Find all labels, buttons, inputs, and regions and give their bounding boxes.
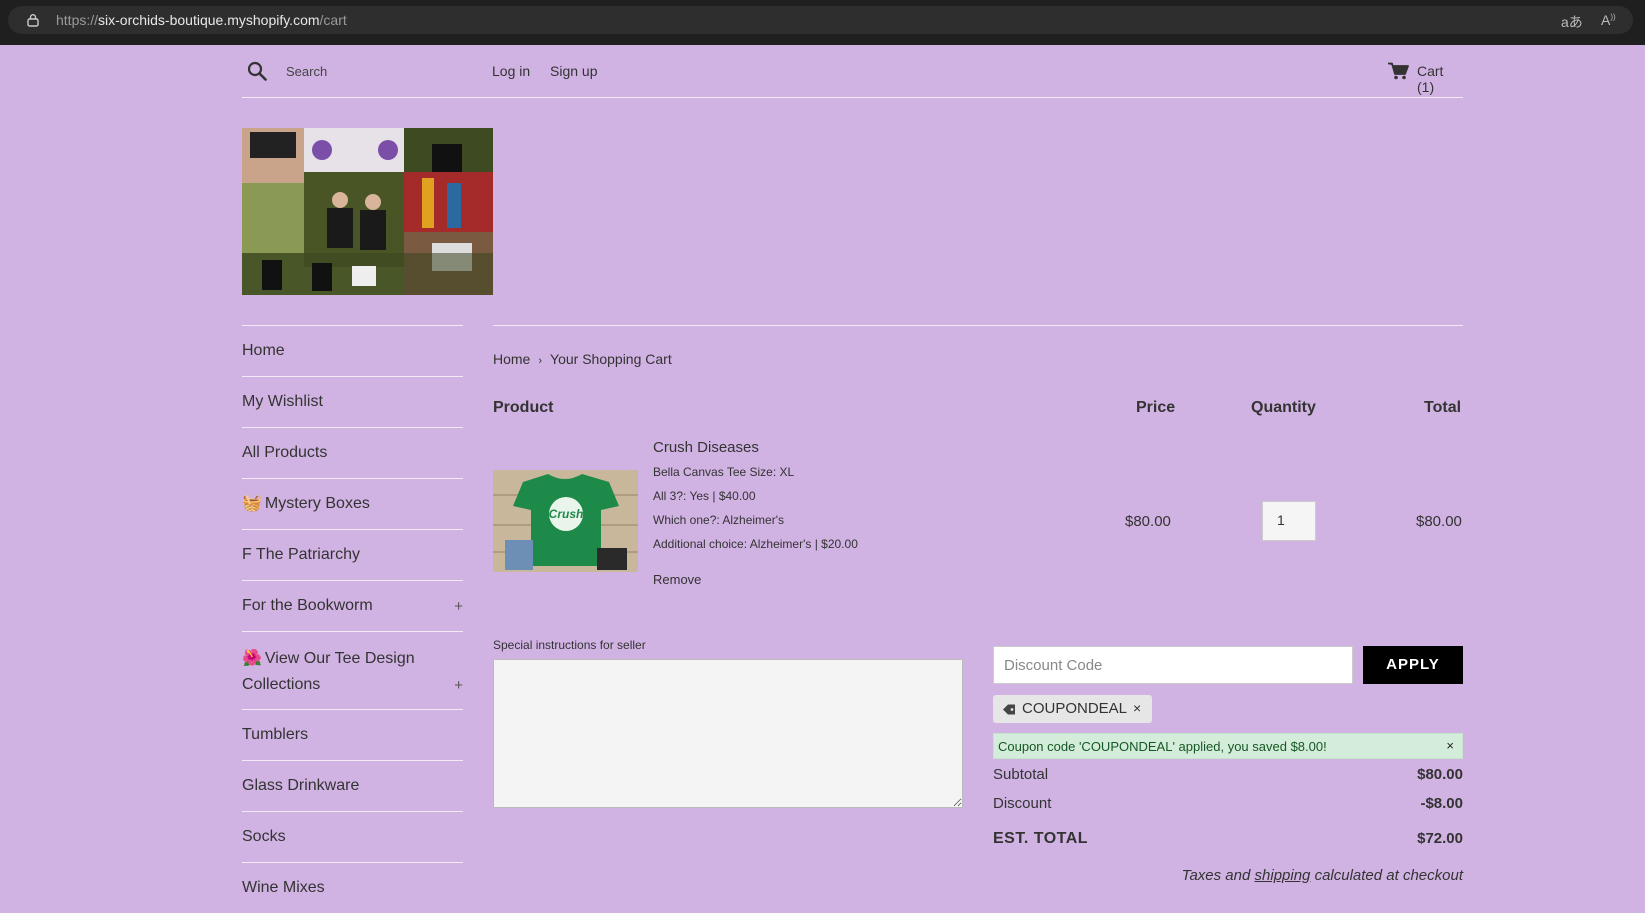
cart-icon[interactable] bbox=[1388, 62, 1409, 80]
product-property: Additional choice: Alzheimer's | $20.00 bbox=[653, 537, 858, 551]
nav-item-tee-designs[interactable]: 🌺 View Our Tee Design Collections + bbox=[242, 631, 463, 709]
nav-item-all-products[interactable]: All Products bbox=[242, 427, 463, 478]
taxes-note: Taxes and shipping calculated at checkou… bbox=[1182, 867, 1463, 884]
col-header-total: Total bbox=[1424, 399, 1462, 416]
instructions-textarea[interactable] bbox=[493, 659, 963, 808]
subtotal-value: $80.00 bbox=[1417, 766, 1463, 783]
col-header-quantity: Quantity bbox=[1251, 399, 1316, 416]
store-logo[interactable] bbox=[242, 128, 493, 295]
flower-icon: 🌺 bbox=[242, 650, 262, 667]
product-property: Which one?: Alzheimer's bbox=[653, 513, 785, 527]
divider bbox=[493, 325, 1463, 326]
lock-icon[interactable] bbox=[26, 13, 40, 27]
nav-item-bookworm[interactable]: For the Bookworm + bbox=[242, 580, 463, 631]
item-total: $80.00 bbox=[1416, 513, 1462, 530]
nav-label: Home bbox=[242, 342, 285, 359]
nav-item-socks[interactable]: Socks bbox=[242, 811, 463, 862]
breadcrumb-separator: › bbox=[538, 355, 543, 367]
search-icon[interactable] bbox=[247, 61, 267, 81]
taxes-text: Taxes and bbox=[1181, 867, 1255, 884]
url-text[interactable]: https://six-orchids-boutique.myshopify.c… bbox=[56, 12, 347, 28]
basket-icon: 🧺 bbox=[242, 495, 262, 512]
discount-code-input[interactable]: Discount Code bbox=[993, 646, 1353, 684]
applied-coupon-tag: COUPONDEAL × bbox=[993, 695, 1152, 723]
nav-item-wine-mixes[interactable]: Wine Mixes bbox=[242, 862, 463, 913]
discount-label: Discount bbox=[993, 795, 1052, 812]
breadcrumb: Home › Your Shopping Cart bbox=[493, 351, 672, 367]
nav-label: Glass Drinkware bbox=[242, 777, 360, 794]
nav-item-mystery-boxes[interactable]: 🧺 Mystery Boxes bbox=[242, 478, 463, 529]
breadcrumb-home[interactable]: Home bbox=[493, 351, 530, 367]
item-price: $80.00 bbox=[1125, 513, 1171, 530]
apply-button[interactable]: APPLY bbox=[1363, 646, 1463, 684]
shipping-link[interactable]: shipping bbox=[1255, 867, 1311, 884]
nav-item-wishlist[interactable]: My Wishlist bbox=[242, 376, 463, 427]
product-title[interactable]: Crush Diseases bbox=[653, 439, 759, 456]
signup-link[interactable]: Sign up bbox=[550, 63, 597, 79]
nav-item-tumblers[interactable]: Tumblers bbox=[242, 709, 463, 760]
coupon-success-message: Coupon code 'COUPONDEAL' applied, you sa… bbox=[993, 733, 1463, 759]
quantity-input[interactable]: 1 bbox=[1262, 501, 1316, 541]
nav-label: Mystery Boxes bbox=[264, 495, 370, 512]
nav-item-home[interactable]: Home bbox=[242, 325, 463, 376]
cart-link[interactable]: Cart (1) bbox=[1417, 63, 1463, 95]
col-header-price: Price bbox=[1136, 399, 1176, 416]
nav-label: F The Patriarchy bbox=[242, 546, 360, 563]
est-total-value: $72.00 bbox=[1417, 830, 1463, 847]
tag-icon bbox=[1003, 704, 1015, 715]
nav-item-patriarchy[interactable]: F The Patriarchy bbox=[242, 529, 463, 580]
nav-label: Tumblers bbox=[242, 726, 309, 743]
site-header: Search Log in Sign up Cart (1) bbox=[242, 45, 1463, 98]
nav-item-glass-drinkware[interactable]: Glass Drinkware bbox=[242, 760, 463, 811]
remove-link[interactable]: Remove bbox=[653, 572, 701, 587]
nav-label: All Products bbox=[242, 444, 328, 461]
read-aloud-icon[interactable]: A)) bbox=[1601, 12, 1616, 28]
product-image[interactable]: Crush bbox=[493, 470, 638, 572]
nav-label: Socks bbox=[242, 828, 286, 845]
nav-label: View Our Tee Design Collections bbox=[242, 650, 415, 693]
close-icon[interactable]: × bbox=[1446, 738, 1454, 753]
product-property: Bella Canvas Tee Size: XL bbox=[653, 465, 795, 479]
search-input[interactable]: Search bbox=[286, 64, 327, 79]
logo-collage bbox=[242, 128, 493, 295]
nav-label: Wine Mixes bbox=[242, 879, 325, 896]
coupon-code: COUPONDEAL bbox=[1022, 700, 1128, 717]
remove-coupon-icon[interactable]: × bbox=[1133, 700, 1141, 716]
tshirt-image: Crush bbox=[493, 470, 638, 572]
sidebar-nav: Home My Wishlist All Products 🧺 Mystery B… bbox=[242, 325, 463, 913]
discount-value: -$8.00 bbox=[1420, 795, 1463, 812]
browser-toolbar: https://six-orchids-boutique.myshopify.c… bbox=[0, 0, 1645, 45]
address-bar[interactable]: https://six-orchids-boutique.myshopify.c… bbox=[8, 6, 1633, 34]
nav-label: My Wishlist bbox=[242, 393, 323, 410]
taxes-text: calculated at checkout bbox=[1310, 867, 1463, 884]
svg-text:Crush: Crush bbox=[549, 507, 584, 521]
subtotal-label: Subtotal bbox=[993, 766, 1049, 783]
translate-icon[interactable]: aあ bbox=[1561, 12, 1583, 32]
login-link[interactable]: Log in bbox=[492, 63, 530, 79]
nav-label: For the Bookworm bbox=[242, 597, 373, 614]
expand-icon[interactable]: + bbox=[454, 673, 463, 699]
product-property: All 3?: Yes | $40.00 bbox=[653, 489, 756, 503]
instructions-label: Special instructions for seller bbox=[493, 638, 646, 652]
est-total-label: EST. TOTAL bbox=[993, 830, 1089, 847]
col-header-product: Product bbox=[493, 399, 554, 416]
coupon-message-text: Coupon code 'COUPONDEAL' applied, you sa… bbox=[998, 739, 1327, 754]
expand-icon[interactable]: + bbox=[454, 597, 463, 617]
breadcrumb-current: Your Shopping Cart bbox=[550, 351, 672, 367]
